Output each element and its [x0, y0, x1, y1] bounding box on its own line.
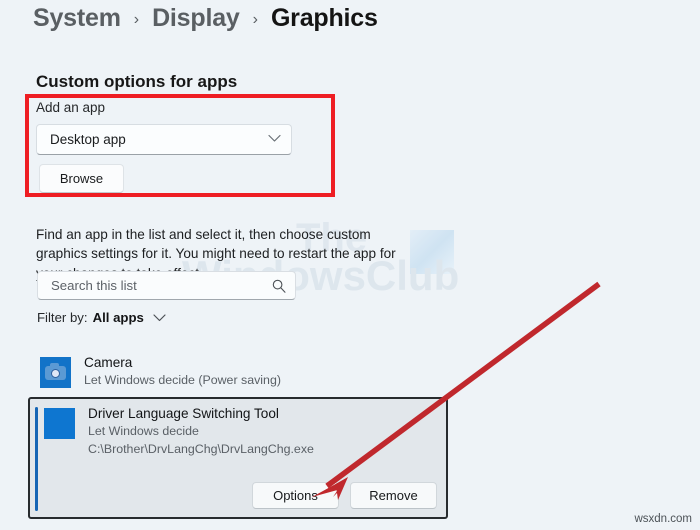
search-icon — [272, 279, 286, 293]
remove-button[interactable]: Remove — [350, 482, 437, 509]
breadcrumb-item-graphics: Graphics — [270, 4, 378, 32]
breadcrumb: System › Display › Graphics — [33, 4, 378, 33]
chevron-right-icon: › — [133, 10, 140, 28]
app-tile-icon — [44, 408, 75, 439]
chevron-down-icon — [153, 313, 166, 325]
breadcrumb-item-display[interactable]: Display — [152, 4, 240, 33]
search-input[interactable]: Search this list — [37, 271, 296, 300]
camera-icon — [40, 357, 71, 388]
site-credit: wsxdn.com — [634, 513, 692, 525]
selected-app-name: Driver Language Switching Tool — [88, 406, 279, 421]
selected-app-card[interactable]: Driver Language Switching Tool Let Windo… — [28, 397, 448, 519]
chevron-right-icon: › — [252, 10, 258, 28]
filter-by-value: All apps — [92, 310, 144, 325]
list-item[interactable]: Camera Let Windows decide (Power saving) — [28, 349, 448, 394]
filter-by-label: Filter by: — [37, 310, 88, 325]
selection-accent-bar — [35, 407, 38, 511]
breadcrumb-item-system[interactable]: System — [33, 4, 121, 33]
app-list: Camera Let Windows decide (Power saving) — [28, 349, 448, 394]
filter-by-control[interactable]: Filter by: All apps — [37, 310, 166, 325]
selected-app-status: Let Windows decide — [88, 424, 199, 438]
search-input-placeholder: Search this list — [51, 278, 137, 293]
app-status: Let Windows decide (Power saving) — [84, 373, 281, 387]
options-button[interactable]: Options — [252, 482, 339, 509]
page-title: Custom options for apps — [36, 72, 238, 92]
red-highlight-box-add-an-app — [25, 94, 335, 197]
app-name: Camera — [84, 355, 133, 370]
selected-app-actions: Options Remove — [252, 482, 437, 509]
selected-app-path: C:\Brother\DrvLangChg\DrvLangChg.exe — [88, 441, 314, 456]
